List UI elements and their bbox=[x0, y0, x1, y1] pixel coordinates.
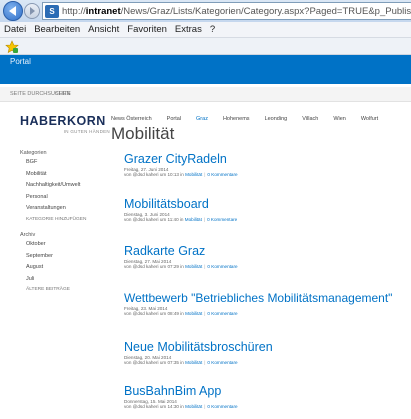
list-item: Neue Mobilitätsbroschüren Dienstag, 20. … bbox=[124, 340, 273, 365]
category-nachhaltigkeit[interactable]: Nachhaltigkeit/Umwelt bbox=[26, 182, 110, 188]
topnav-item-leonding[interactable]: Leonding bbox=[265, 116, 288, 122]
topnav-item-graz[interactable]: Graz bbox=[196, 116, 208, 122]
post-comments-link[interactable]: 0 Kommentare bbox=[207, 404, 237, 409]
topnav-item-news-oesterreich[interactable]: News Österreich bbox=[111, 116, 152, 122]
browser-toolbar: S http://intranet/News/Graz/Lists/Katego… bbox=[0, 0, 411, 22]
archive-heading: Archiv bbox=[20, 232, 36, 238]
categories-heading: Kategorien bbox=[20, 150, 47, 156]
post-comments-link[interactable]: 0 Kommentare bbox=[207, 264, 237, 269]
suite-bar: Portal bbox=[0, 55, 411, 84]
post-meta: von @dsd kaheri um 10:13 in Mobilität | 0 … bbox=[124, 172, 238, 177]
ribbon-tabs: SEITE DURCHSUCHEN SEITE bbox=[0, 87, 411, 102]
post-category-link[interactable]: Mobilität bbox=[185, 264, 202, 269]
ribbon-tab-page[interactable]: SEITE bbox=[55, 91, 71, 97]
list-item: Radkarte Graz Dienstag, 27. Mai 2014 von… bbox=[124, 244, 238, 269]
url-text: http://intranet/News/Graz/Lists/Kategori… bbox=[62, 5, 411, 17]
post-meta: von @dsd kaheri um 07:29 in Mobilität | 0 … bbox=[124, 264, 238, 269]
post-meta: von @dsd kaheri um 07:35 in Mobilität | 0 … bbox=[124, 360, 238, 365]
post-category-link[interactable]: Mobilität bbox=[185, 217, 202, 222]
category-personal[interactable]: Personal bbox=[26, 194, 110, 200]
topnav-item-portal[interactable]: Portal bbox=[167, 116, 181, 122]
post-title[interactable]: Mobilitätsboard bbox=[124, 197, 237, 211]
add-category-link[interactable]: KATEGORIE HINZUFÜGEN bbox=[26, 217, 110, 222]
post-meta: von @dsd kaheri um 14:30 in Mobilität | 0 … bbox=[124, 404, 238, 409]
company-logo[interactable]: HABERKORN IN GUTEN HÄNDEN bbox=[20, 114, 110, 134]
topnav-item-wien[interactable]: Wien bbox=[333, 116, 346, 122]
forward-arrow-icon[interactable] bbox=[24, 3, 40, 19]
post-meta: von @dsd kaheri um 11:40 in Mobilität | 0 … bbox=[124, 217, 238, 222]
menu-ansicht[interactable]: Ansicht bbox=[88, 24, 119, 35]
suite-bar-title[interactable]: Portal bbox=[10, 57, 31, 66]
top-navigation: News Österreich Portal Graz Hohenems Leo… bbox=[111, 116, 393, 122]
topnav-item-villach[interactable]: Villach bbox=[302, 116, 318, 122]
menu-favoriten[interactable]: Favoriten bbox=[127, 24, 167, 35]
menu-extras[interactable]: Extras bbox=[175, 24, 202, 35]
post-category-link[interactable]: Mobilität bbox=[185, 172, 202, 177]
archive-august[interactable]: August bbox=[26, 264, 110, 270]
topnav-item-hohenems[interactable]: Hohenems bbox=[223, 116, 250, 122]
category-mobilitaet[interactable]: Mobilität bbox=[26, 171, 110, 177]
post-title[interactable]: Neue Mobilitätsbroschüren bbox=[124, 340, 273, 354]
page-title: Mobilität bbox=[111, 124, 175, 143]
logo-tagline: IN GUTEN HÄNDEN bbox=[63, 129, 110, 134]
archive-juli[interactable]: Juli bbox=[26, 276, 110, 282]
archive-oktober[interactable]: Oktober bbox=[26, 241, 110, 247]
menu-help[interactable]: ? bbox=[210, 24, 215, 35]
post-category-link[interactable]: Mobilität bbox=[185, 360, 202, 365]
post-category-link[interactable]: Mobilität bbox=[185, 404, 202, 409]
post-comments-link[interactable]: 0 Kommentare bbox=[207, 311, 237, 316]
back-arrow-icon[interactable] bbox=[3, 1, 23, 21]
post-title[interactable]: BusBahnBim App bbox=[124, 384, 238, 398]
post-title[interactable]: Wettbewerb "Betriebliches Mobilitätsmana… bbox=[124, 291, 392, 305]
post-comments-link[interactable]: 0 Kommentare bbox=[207, 360, 237, 365]
post-title[interactable]: Grazer CityRadeln bbox=[124, 152, 238, 166]
logo-wordmark: HABERKORN bbox=[20, 114, 106, 128]
list-item: BusBahnBim App Donnerstag, 15. Mai 2014 … bbox=[124, 384, 238, 409]
sharepoint-site-icon: S bbox=[45, 4, 59, 18]
post-category-link[interactable]: Mobilität bbox=[185, 311, 202, 316]
menu-datei[interactable]: Datei bbox=[4, 24, 26, 35]
post-title[interactable]: Radkarte Graz bbox=[124, 244, 238, 258]
list-item: Grazer CityRadeln Freitag, 27. Juni 2014… bbox=[124, 152, 238, 177]
list-item: Wettbewerb "Betriebliches Mobilitätsmana… bbox=[124, 291, 392, 316]
topnav-item-wolfurt[interactable]: Wolfurt bbox=[361, 116, 378, 122]
older-posts-link[interactable]: ÄLTERE BEITRÄGE bbox=[26, 287, 110, 292]
favorites-bar bbox=[0, 38, 411, 55]
list-item: Mobilitätsboard Dienstag, 3. Juni 2014 v… bbox=[124, 197, 237, 222]
address-bar[interactable]: S http://intranet/News/Graz/Lists/Katego… bbox=[42, 2, 411, 20]
menu-bearbeiten[interactable]: Bearbeiten bbox=[34, 24, 80, 35]
category-veranstaltungen[interactable]: Veranstaltungen bbox=[26, 205, 110, 211]
menu-bar: Datei Bearbeiten Ansicht Favoriten Extra… bbox=[0, 22, 411, 38]
post-comments-link[interactable]: 0 Kommentare bbox=[207, 172, 237, 177]
left-navigation: Kategorien BGF Mobilität Nachhaltigkeit/… bbox=[20, 150, 110, 298]
archive-september[interactable]: September bbox=[26, 253, 110, 259]
post-comments-link[interactable]: 0 Kommentare bbox=[207, 217, 237, 222]
favorites-star-icon[interactable] bbox=[5, 40, 19, 54]
post-meta: von @dsd kaheri um 08:49 in Mobilität | 0 … bbox=[124, 311, 238, 316]
category-bgf[interactable]: BGF bbox=[26, 159, 110, 165]
